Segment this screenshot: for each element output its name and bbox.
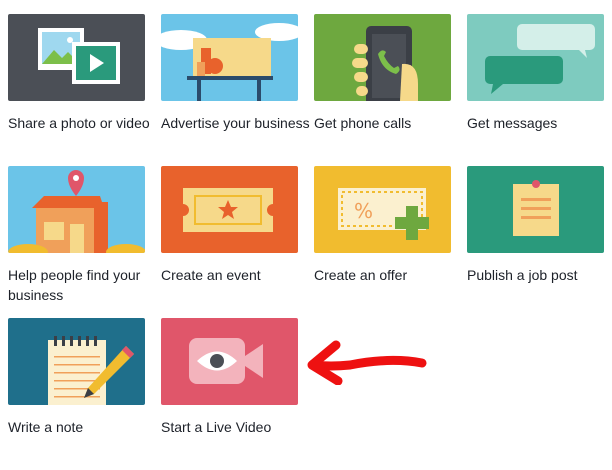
tile-label: Create an offer [314, 267, 408, 283]
tile-create-offer[interactable]: % Create an offer [314, 166, 451, 318]
tile-label: Get phone calls [314, 115, 412, 131]
tile-label: Write a note [8, 419, 84, 435]
coupon-icon: % [338, 188, 429, 240]
tile-label: Help people find your business [8, 267, 141, 303]
tile-phone-calls[interactable]: Get phone calls [314, 14, 451, 166]
phone-icon [352, 26, 418, 101]
video-camera-eye-icon [189, 338, 263, 384]
svg-text:%: % [354, 199, 373, 223]
tile-label: Create an event [161, 267, 261, 283]
tile-write-note[interactable]: Write a note [8, 318, 145, 470]
event-thumbnail [161, 166, 298, 253]
tile-find-business[interactable]: Help people find your business [8, 166, 145, 318]
messages-thumbnail [467, 14, 604, 101]
offer-thumbnail: % [314, 166, 451, 253]
tile-messages[interactable]: Get messages [467, 14, 604, 166]
live-video-thumbnail [161, 318, 298, 405]
create-options-grid: Share a photo or video Advertise your bu… [8, 14, 604, 470]
tile-label: Publish a job post [467, 267, 578, 283]
chat-bubbles-icon [485, 24, 595, 94]
job-post-thumbnail [467, 166, 604, 253]
advertise-thumbnail [161, 14, 298, 101]
storefront-icon [8, 170, 145, 253]
note-thumbnail [8, 318, 145, 405]
sticky-note-icon [513, 180, 559, 236]
tile-label: Get messages [467, 115, 558, 131]
tile-create-event[interactable]: Create an event [161, 166, 298, 318]
tile-share-photo-video[interactable]: Share a photo or video [8, 14, 150, 166]
billboard-icon [161, 23, 298, 101]
tile-live-video[interactable]: Start a Live Video [161, 318, 298, 470]
tile-job-post[interactable]: Publish a job post [467, 166, 604, 318]
notepad-pencil-icon [48, 336, 134, 405]
tile-label: Advertise your business [161, 115, 310, 131]
tile-label: Start a Live Video [161, 419, 272, 435]
phone-calls-thumbnail [314, 14, 451, 101]
find-business-thumbnail [8, 166, 145, 253]
tile-label: Share a photo or video [8, 115, 150, 131]
tile-advertise-business[interactable]: Advertise your business [161, 14, 310, 166]
ticket-icon [183, 188, 273, 232]
red-arrow-annotation [307, 340, 427, 385]
photo-video-thumbnail [8, 14, 145, 101]
photo-video-icon [38, 28, 120, 84]
